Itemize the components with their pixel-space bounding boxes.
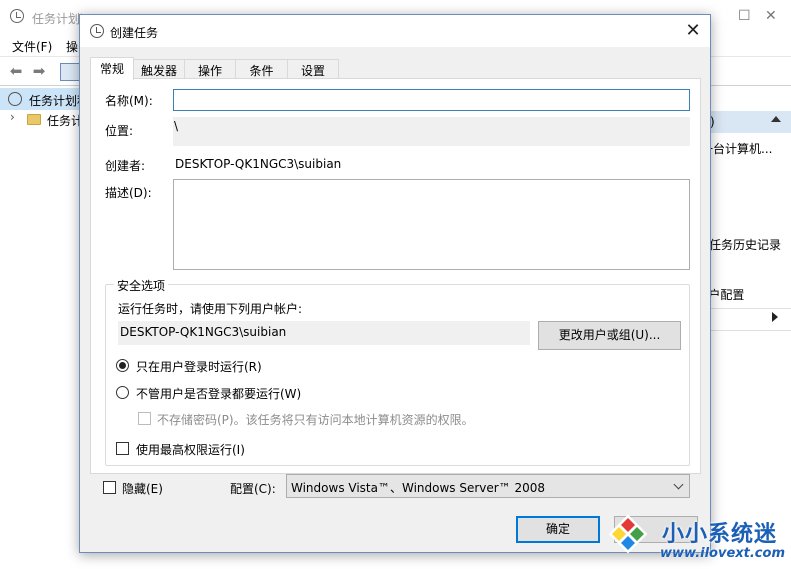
configure-label: 配置(C): <box>230 482 276 496</box>
configure-select[interactable]: Windows Vista™、Windows Server™ 2008 <box>286 474 690 498</box>
tree-item-task-library[interactable]: › 任务计划程序库 <box>0 108 80 130</box>
watermark-url: www.ilovext.com <box>660 546 785 561</box>
author-value: DESKTOP-QK1NGC3\suibian <box>175 157 342 171</box>
user-account-field: DESKTOP-QK1NGC3\suibian <box>118 321 530 345</box>
radio-run-only-logged-on[interactable] <box>116 359 129 372</box>
folder-icon <box>27 114 41 125</box>
dialog-title-bar: 创建任务 ✕ <box>80 15 710 47</box>
name-label: 名称(M): <box>105 94 153 108</box>
location-field: \ <box>173 117 690 146</box>
run-as-prompt: 运行任务时，请使用下列用户帐户: <box>118 302 303 316</box>
security-options-group: 安全选项 运行任务时，请使用下列用户帐户: DESKTOP-QK1NGC3\su… <box>105 277 690 466</box>
clock-icon <box>10 9 24 23</box>
actions-header[interactable]: 操作 ) <box>709 111 791 133</box>
tree-item-label: 任务计划程序 (本地) <box>29 94 80 108</box>
chevron-right-icon[interactable]: › <box>10 110 15 124</box>
watermark-logo-icon <box>608 514 648 554</box>
description-label: 描述(D): <box>105 186 152 200</box>
change-user-button[interactable]: 更改用户或组(U)... <box>538 321 681 350</box>
clock-icon <box>90 24 104 38</box>
watermark-brand: 小小系统迷 <box>662 522 778 547</box>
submenu-arrow-icon[interactable] <box>772 312 778 322</box>
tab-conditions[interactable]: 条件 <box>235 59 288 79</box>
author-label: 创建者: <box>105 159 146 173</box>
location-value: \ <box>174 119 179 133</box>
actions-divider <box>709 308 791 309</box>
location-label: 位置: <box>105 124 134 138</box>
chevron-down-icon[interactable] <box>673 479 684 490</box>
watermark: 小小系统迷 www.ilovext.com <box>602 512 791 569</box>
name-input[interactable] <box>173 89 690 111</box>
main-window-title: 任务计划程序 <box>32 12 82 26</box>
tab-settings[interactable]: 设置 <box>287 59 339 79</box>
collapse-up-icon[interactable] <box>771 116 781 122</box>
ok-button[interactable]: 确定 <box>516 516 600 543</box>
user-account-value: DESKTOP-QK1NGC3\suibian <box>120 325 287 339</box>
hidden-checkbox[interactable] <box>103 481 116 494</box>
menu-action[interactable]: 操作(A) <box>66 38 78 55</box>
radio-run-only-logged-on-label[interactable]: 只在用户登录时运行(R) <box>136 358 262 375</box>
radio-run-whether-logged-on[interactable] <box>116 386 129 399</box>
clock-icon <box>8 92 22 106</box>
general-tab-panel: 名称(M): 位置: \ 创建者: DESKTOP-QK1NGC3\suibia… <box>90 78 701 474</box>
security-options-legend: 安全选项 <box>114 277 169 294</box>
close-icon[interactable]: ✕ <box>765 8 777 24</box>
close-icon[interactable]: ✕ <box>680 18 706 44</box>
actions-pane: 操作 ) 连接到另一台计算机... 启用所有正在运行的任务历史记录 AT 服务帐… <box>601 86 791 569</box>
tab-actions[interactable]: 操作 <box>184 59 236 79</box>
highest-privileges-label[interactable]: 使用最高权限运行(I) <box>136 441 245 458</box>
forward-arrow-icon[interactable]: ➡ <box>30 63 48 79</box>
radio-run-whether-logged-on-label[interactable]: 不管用户是否登录都要运行(W) <box>136 385 301 402</box>
tree-item-label: 任务计划程序库 <box>47 114 80 128</box>
configure-selected-value: Windows Vista™、Windows Server™ 2008 <box>291 481 546 495</box>
no-store-password-label: 不存储密码(P)。该任务将只有访问本地计算机资源的权限。 <box>157 413 474 427</box>
no-store-password-checkbox <box>138 412 151 425</box>
tab-general[interactable]: 常规 <box>90 57 134 80</box>
highest-privileges-checkbox[interactable] <box>116 442 129 455</box>
tab-strip: 常规 触发器 操作 条件 设置 <box>90 57 702 80</box>
hidden-label[interactable]: 隐藏(E) <box>122 480 163 497</box>
maximize-icon[interactable]: ☐ <box>738 8 751 24</box>
back-arrow-icon[interactable]: ⬅ <box>7 63 25 79</box>
tab-triggers[interactable]: 触发器 <box>133 59 185 79</box>
description-textarea[interactable] <box>173 179 690 270</box>
actions-divider <box>709 330 791 331</box>
dialog-title: 创建任务 <box>110 26 159 40</box>
create-task-dialog: 创建任务 ✕ 常规 触发器 操作 条件 设置 名称(M): 位置: \ 创建者:… <box>79 14 711 553</box>
navigation-tree: 任务计划程序 (本地) › 任务计划程序库 <box>0 86 80 569</box>
menu-file[interactable]: 文件(F) <box>12 38 52 55</box>
tree-item-task-scheduler-local[interactable]: 任务计划程序 (本地) <box>0 88 80 110</box>
